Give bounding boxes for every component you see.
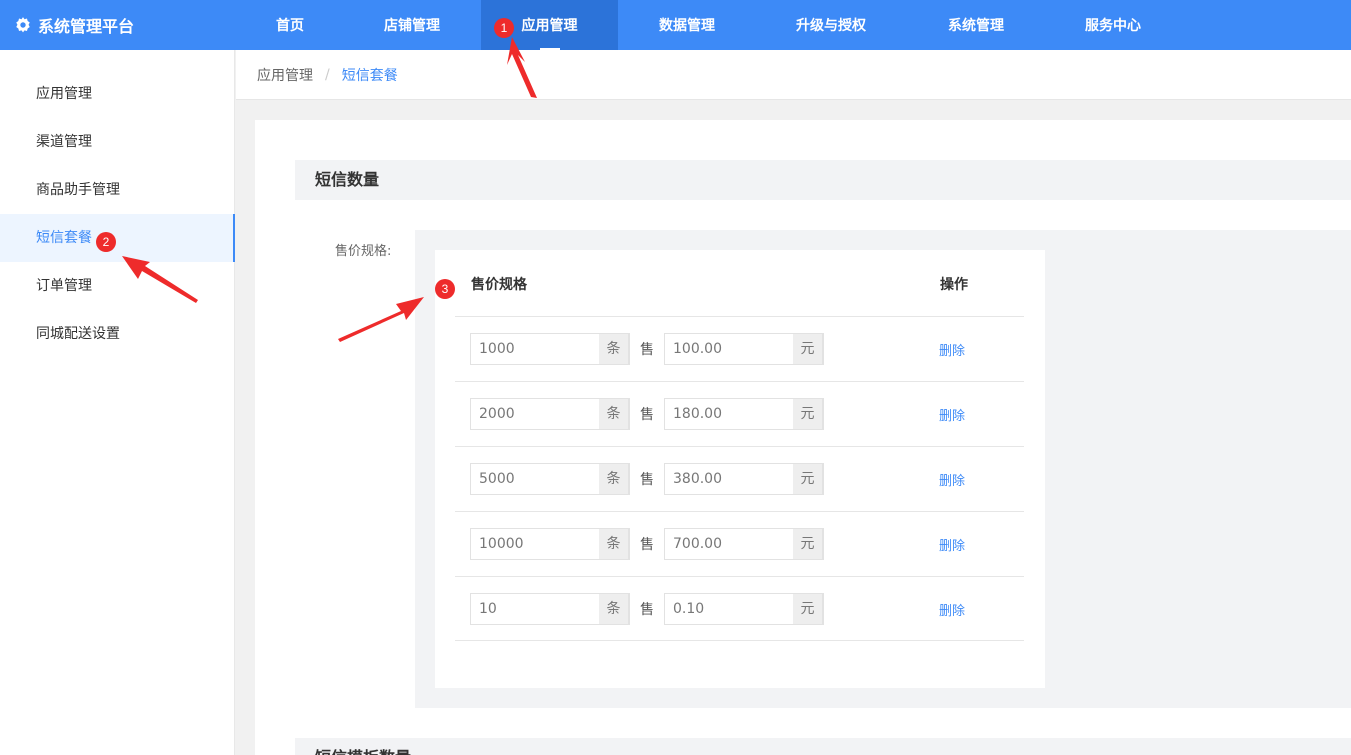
table-row: 2000 条 售 180.00 元 删除 (455, 381, 1024, 446)
sell-label: 售 (640, 537, 654, 553)
sidebar-item-sms-package[interactable]: 短信套餐 (0, 214, 235, 262)
price-unit: 元 (793, 528, 823, 560)
breadcrumb-current: 短信套餐 (341, 67, 398, 84)
sidebar-item-product-assistant[interactable]: 商品助手管理 (0, 166, 234, 214)
delete-link[interactable]: 删除 (939, 600, 965, 619)
breadcrumb-separator: / (325, 66, 330, 83)
column-header-action: 操作 (940, 277, 968, 293)
sidebar-item-app-management[interactable]: 应用管理 (0, 70, 234, 118)
sell-label: 售 (640, 602, 654, 618)
count-unit: 条 (599, 593, 629, 625)
brand[interactable]: 系统管理平台 (14, 0, 134, 50)
annotation-marker-3: 3 (435, 279, 455, 299)
count-unit: 条 (599, 333, 629, 365)
sidebar: 应用管理 渠道管理 商品助手管理 短信套餐 订单管理 同城配送设置 (0, 50, 235, 755)
price-unit: 元 (793, 333, 823, 365)
price-input[interactable]: 700.00 元 (664, 528, 824, 560)
column-header-spec: 售价规格 (471, 277, 527, 293)
price-unit: 元 (793, 398, 823, 430)
nav-data-management[interactable]: 数据管理 (651, 0, 723, 50)
price-unit: 元 (793, 463, 823, 495)
section-title-sms-count: 短信数量 (295, 160, 1351, 200)
sell-label: 售 (640, 407, 654, 423)
table-row: 1000 条 售 100.00 元 删除 (455, 316, 1024, 381)
sms-count-input[interactable]: 10 条 (470, 593, 630, 625)
delete-link[interactable]: 删除 (939, 405, 965, 424)
sms-count-input[interactable]: 10000 条 (470, 528, 630, 560)
price-spec-label: 售价规格: (335, 244, 392, 259)
nav-system-management[interactable]: 系统管理 (940, 0, 1012, 50)
sidebar-item-local-delivery[interactable]: 同城配送设置 (0, 310, 234, 358)
price-spec-table: 售价规格 操作 1000 条 售 100.00 元 删除 2000 条 售 180.0… (435, 250, 1045, 688)
sell-label: 售 (640, 342, 654, 358)
sidebar-item-channel-management[interactable]: 渠道管理 (0, 118, 234, 166)
sms-count-input[interactable]: 2000 条 (470, 398, 630, 430)
annotation-marker-2: 2 (96, 232, 116, 252)
price-input[interactable]: 380.00 元 (664, 463, 824, 495)
price-spec-container: 售价规格 操作 1000 条 售 100.00 元 删除 2000 条 售 180.0… (415, 230, 1351, 708)
content-panel: 短信数量 售价规格: 售价规格 操作 1000 条 售 100.00 元 删除 20… (255, 120, 1351, 755)
breadcrumb: 应用管理 / 短信套餐 (236, 50, 1351, 100)
table-row: 10 条 售 0.10 元 删除 (455, 576, 1024, 641)
sms-count-input[interactable]: 5000 条 (470, 463, 630, 495)
count-unit: 条 (599, 463, 629, 495)
count-unit: 条 (599, 398, 629, 430)
breadcrumb-parent[interactable]: 应用管理 (257, 65, 313, 85)
brand-title: 系统管理平台 (38, 17, 135, 36)
annotation-marker-1: 1 (494, 18, 514, 38)
sell-label: 售 (640, 472, 654, 488)
nav-service-center[interactable]: 服务中心 (1077, 0, 1149, 50)
delete-link[interactable]: 删除 (939, 470, 965, 489)
sms-count-input[interactable]: 1000 条 (470, 333, 630, 365)
top-navbar: 系统管理平台 首页 店铺管理 应用管理 数据管理 升级与授权 系统管理 服务中心 (0, 0, 1351, 50)
delete-link[interactable]: 删除 (939, 340, 965, 359)
sidebar-item-order-management[interactable]: 订单管理 (0, 262, 234, 310)
section-title-sms-template-count: 短信模板数量 (295, 738, 1351, 755)
price-input[interactable]: 180.00 元 (664, 398, 824, 430)
nav-store-management[interactable]: 店铺管理 (376, 0, 448, 50)
nav-upgrade-license[interactable]: 升级与授权 (788, 0, 874, 50)
price-input[interactable]: 100.00 元 (664, 333, 824, 365)
table-row: 5000 条 售 380.00 元 删除 (455, 446, 1024, 511)
nav-home[interactable]: 首页 (262, 0, 318, 50)
table-row: 10000 条 售 700.00 元 删除 (455, 511, 1024, 576)
price-unit: 元 (793, 593, 823, 625)
gear-icon (16, 17, 30, 33)
price-input[interactable]: 0.10 元 (664, 593, 824, 625)
delete-link[interactable]: 删除 (939, 535, 965, 554)
count-unit: 条 (599, 528, 629, 560)
